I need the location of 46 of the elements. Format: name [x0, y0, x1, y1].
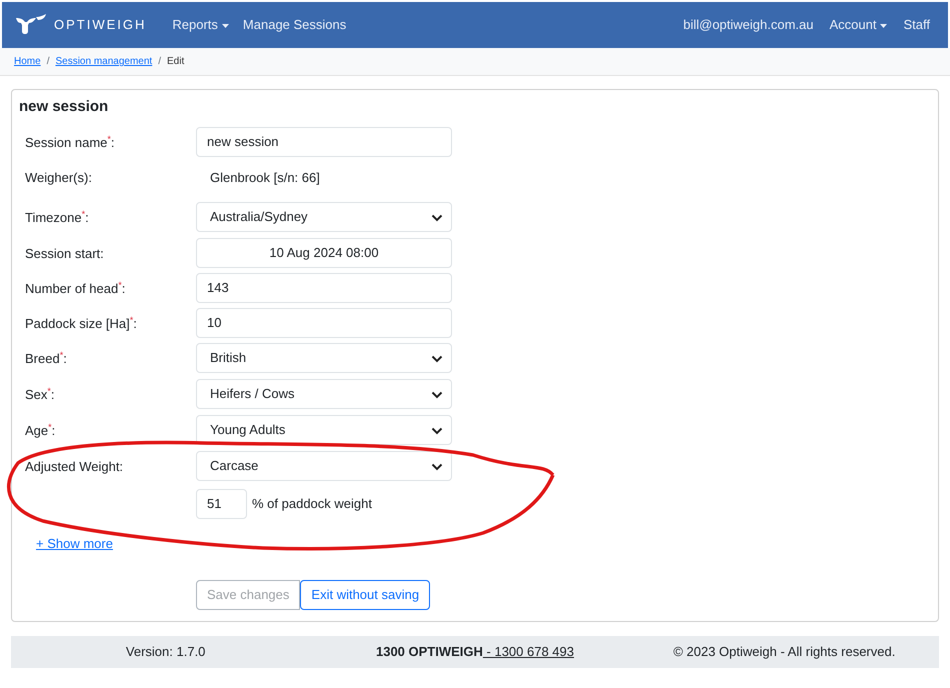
- nav-link[interactable]: Manage Sessions: [236, 15, 352, 35]
- select-field[interactable]: Australia/Sydney: [196, 202, 452, 232]
- date-field[interactable]: 10 Aug 2024 08:00: [196, 238, 452, 268]
- field-label: Weigher(s):: [25, 168, 93, 187]
- field-label: Adjusted Weight:: [25, 458, 124, 476]
- card-title: new session: [19, 97, 110, 117]
- text-field[interactable]: new session: [196, 126, 452, 156]
- chevron-down-icon: [431, 462, 443, 470]
- version-text: Version: 1.7.0: [124, 643, 206, 662]
- field-label: Number of head$^{*}$:: [25, 279, 126, 298]
- copyright-text: © 2023 Optiweigh - All rights reserved.: [672, 643, 896, 662]
- chevron-down-icon: [431, 214, 443, 222]
- field-label: Breed$^{*}$:: [25, 349, 68, 368]
- select-field[interactable]: Young Adults: [196, 414, 452, 444]
- breadcrumb-separator: /: [158, 55, 161, 69]
- percent-field[interactable]: 51: [196, 488, 247, 518]
- text-field[interactable]: 10: [196, 308, 452, 338]
- field-label: Session name$^{*}$:: [25, 133, 116, 152]
- nav-link[interactable]: Account: [824, 15, 894, 35]
- show-more-link[interactable]: + Show more: [36, 534, 113, 553]
- phone-name: 1300 OPTIWEIGH: [376, 643, 483, 662]
- nav-link[interactable]: Staff: [897, 15, 936, 35]
- brand-name: OPTIWEIGH: [54, 16, 146, 34]
- field-label: Session start:: [25, 244, 105, 262]
- nav-link[interactable]: Reports: [166, 15, 235, 35]
- select-field[interactable]: British: [196, 342, 452, 372]
- select-field[interactable]: Carcase: [196, 450, 452, 480]
- cow-logo-icon: [14, 14, 48, 36]
- weigher-value: Glenbrook [s/n: 66]: [209, 168, 320, 187]
- field-label: Paddock size [Ha]$^{*}$:: [25, 314, 138, 333]
- select-field[interactable]: Heifers / Cows: [196, 378, 452, 408]
- phone-link[interactable]: - 1300 678 493: [482, 642, 574, 662]
- breadcrumb-link[interactable]: Home: [14, 54, 41, 69]
- breadcrumb-link[interactable]: Session management: [55, 54, 152, 69]
- exit-button[interactable]: Exit without saving: [300, 580, 430, 610]
- text-field[interactable]: 143: [196, 272, 452, 302]
- chevron-down-icon: [431, 390, 443, 398]
- breadcrumb-separator: /: [46, 55, 50, 69]
- breadcrumb-current: Edit: [166, 55, 184, 69]
- field-label: Timezone$^{*}$:: [25, 208, 90, 226]
- chevron-down-icon: [431, 426, 443, 434]
- percent-suffix: % of paddock weight: [252, 494, 372, 513]
- chevron-down-icon: [431, 354, 443, 362]
- nav-link[interactable]: bill@optiweigh.com.au: [677, 15, 820, 35]
- field-label: Age$^{*}$:: [25, 421, 56, 440]
- field-label: Sex$^{*}$:: [25, 385, 56, 404]
